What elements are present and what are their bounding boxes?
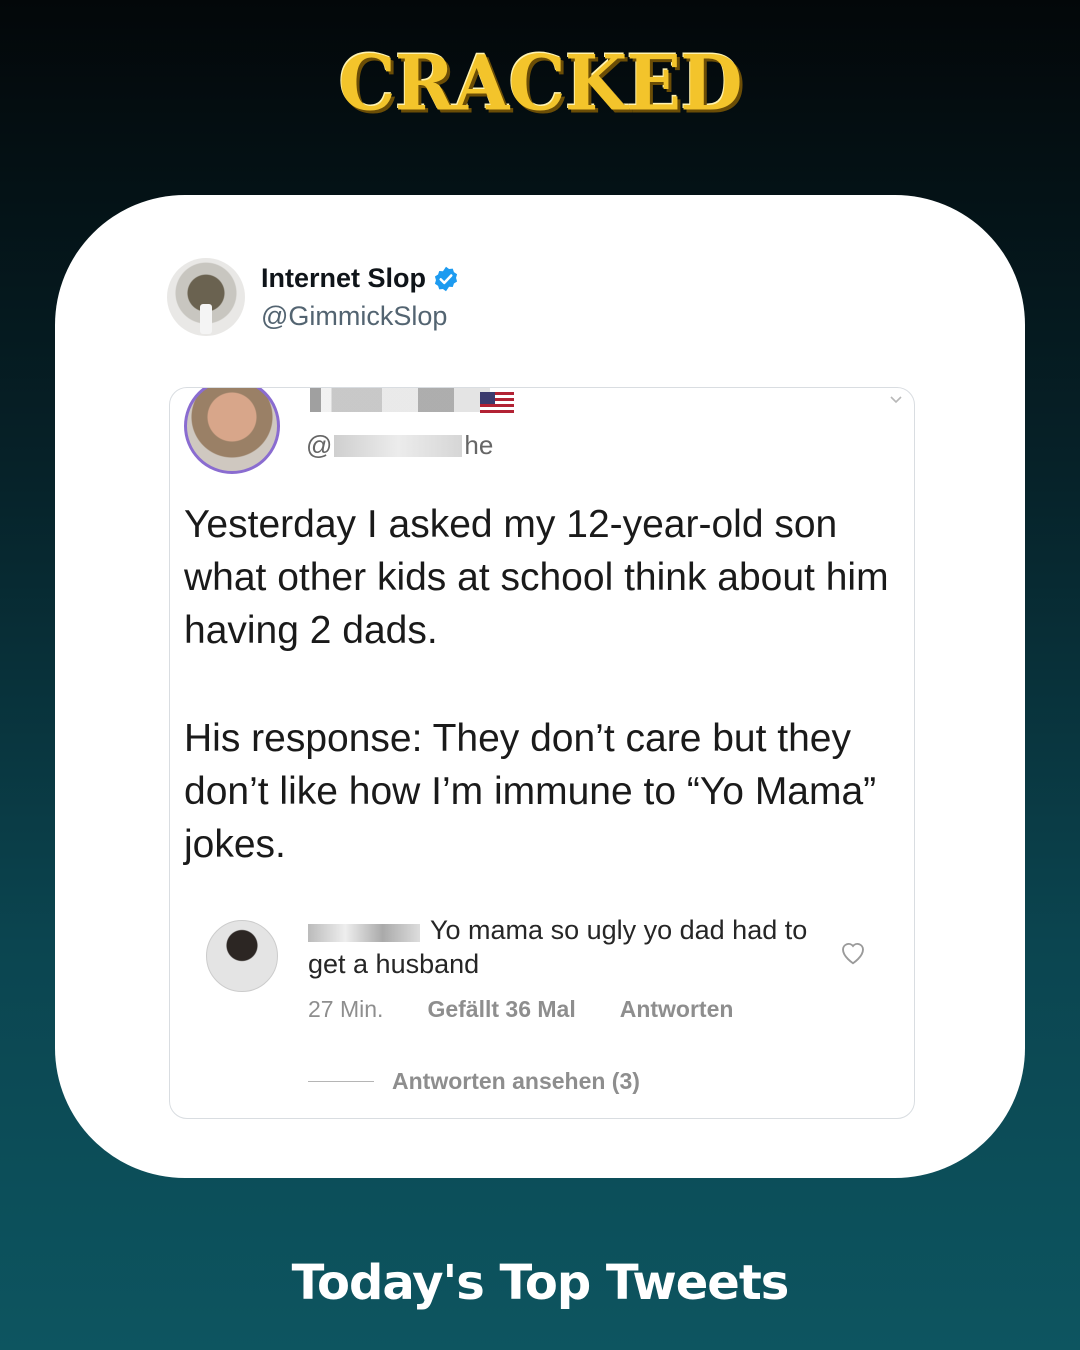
poster-handle: @ he [306, 430, 493, 461]
tweet-paragraph: His response: They don’t care but they d… [184, 717, 877, 866]
redaction-bar [334, 434, 463, 457]
poster-handle-start: @ [306, 430, 333, 460]
poster-avatar [184, 388, 280, 474]
footer-title: Today's Top Tweets [291, 1255, 790, 1311]
tweet-paragraph: Yesterday I asked my 12-year-old son wha… [184, 503, 889, 652]
tweet-card: Internet Slop @GimmickSlop @ he Yesterda… [55, 195, 1025, 1178]
poster-handle-end: he [464, 430, 494, 460]
comment-meta: 27 Min. Gefällt 36 Mal Antworten [308, 996, 733, 1023]
author-name: Internet Slop [261, 263, 427, 293]
author-handle[interactable]: @GimmickSlop [261, 301, 447, 332]
divider-line [308, 1081, 374, 1082]
embedded-screenshot: @ he Yesterday I asked my 12-year-old so… [169, 387, 915, 1119]
us-flag-icon [480, 392, 514, 416]
redacted-poster-name [310, 388, 490, 412]
author-avatar[interactable] [167, 258, 245, 336]
chevron-down-icon[interactable] [888, 392, 904, 408]
author-name-row[interactable]: Internet Slop [261, 263, 460, 294]
cracked-logo: CRACKED [338, 37, 742, 128]
comment-time: 27 Min. [308, 996, 384, 1022]
heart-icon [842, 943, 864, 965]
tweet-text: Yesterday I asked my 12-year-old son wha… [184, 498, 904, 926]
view-replies-label: Antworten ansehen (3) [392, 1068, 640, 1094]
verified-badge-icon [434, 266, 458, 291]
comment-text: Yo mama so ugly yo dad had to get a husb… [308, 915, 808, 979]
comment-likes: Gefällt 36 Mal [427, 996, 576, 1022]
comment-reply: Antworten [619, 996, 734, 1022]
commenter-avatar [206, 920, 278, 992]
view-replies: Antworten ansehen (3) [308, 1068, 640, 1095]
